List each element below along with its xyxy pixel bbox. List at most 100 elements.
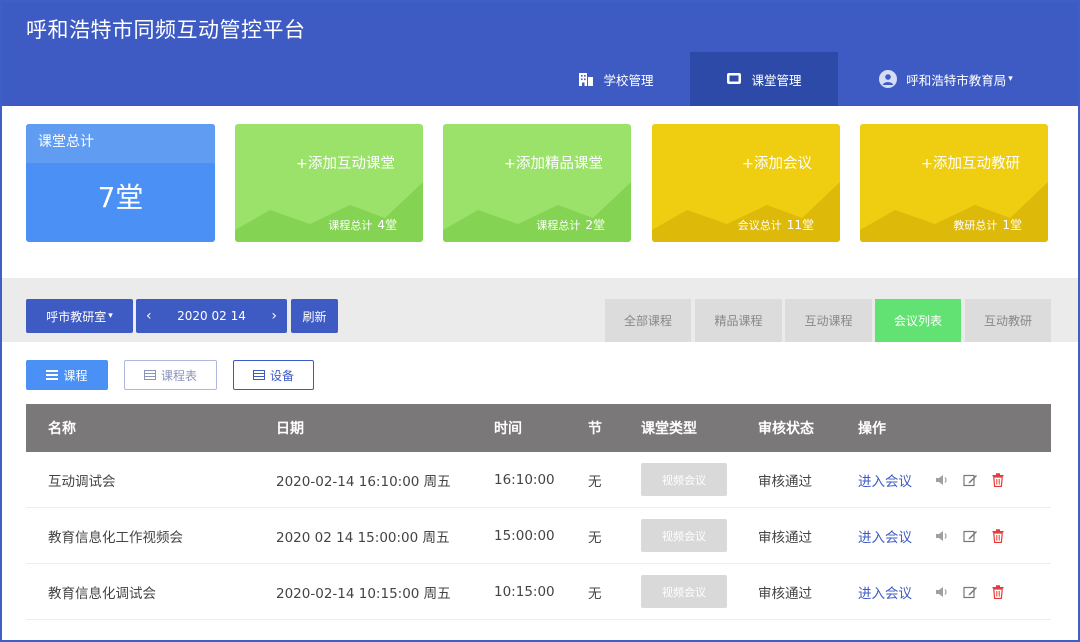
row-date: 2020-02-14 16:10:00 周五 bbox=[276, 473, 451, 490]
tab-interactive-courses[interactable]: 互动课程 bbox=[785, 299, 872, 342]
card-summary: 课程总计 2堂 bbox=[536, 216, 605, 233]
add-interactive-research-card[interactable]: +添加互动教研 教研总计 1堂 bbox=[860, 124, 1048, 242]
delete-icon[interactable] bbox=[992, 584, 1004, 599]
add-meeting-label: +添加会议 bbox=[741, 156, 812, 172]
meeting-table: 名称 日期 时间 节 课堂类型 审核状态 操作 互动调试会 2020-02-14… bbox=[26, 404, 1051, 620]
room-select-label: 呼市教研室 bbox=[46, 309, 107, 324]
tab-all-courses[interactable]: 全部课程 bbox=[605, 299, 691, 342]
row-time: 10:15:00 bbox=[494, 583, 555, 600]
row-actions: 进入会议 bbox=[858, 564, 1018, 619]
row-type-cell: 视频会议 bbox=[641, 508, 727, 563]
tab-meeting-list[interactable]: 会议列表 bbox=[875, 299, 961, 342]
nav-school-management[interactable]: 学校管理 bbox=[542, 52, 690, 106]
table-row: 互动调试会 2020-02-14 16:10:00 周五 16:10:00 无 … bbox=[26, 452, 1051, 508]
list-icon bbox=[46, 370, 59, 380]
row-status: 审核通过 bbox=[758, 473, 812, 490]
column-header-section: 节 bbox=[588, 421, 602, 437]
nav-school-label: 学校管理 bbox=[603, 72, 654, 88]
summary-label: 课程总计 bbox=[536, 219, 581, 232]
class-type-badge: 视频会议 bbox=[641, 519, 727, 552]
enter-meeting-link[interactable]: 进入会议 bbox=[858, 526, 912, 546]
speaker-icon[interactable] bbox=[935, 474, 949, 486]
tab-quality-courses[interactable]: 精品课程 bbox=[695, 299, 782, 342]
summary-label: 会议总计 bbox=[737, 219, 782, 232]
row-time: 15:00:00 bbox=[494, 527, 555, 544]
speaker-icon[interactable] bbox=[935, 530, 949, 542]
summary-value: 11堂 bbox=[786, 218, 814, 232]
row-time: 16:10:00 bbox=[494, 471, 555, 488]
delete-icon[interactable] bbox=[992, 528, 1004, 543]
total-classes-card: 课堂总计 7堂 bbox=[26, 124, 215, 242]
row-status: 审核通过 bbox=[758, 585, 812, 602]
row-actions: 进入会议 bbox=[858, 508, 1018, 563]
nav-user-label: 呼和浩特市教育局 bbox=[906, 72, 1007, 88]
column-header-time: 时间 bbox=[494, 421, 522, 437]
row-date: 2020-02-14 10:15:00 周五 bbox=[276, 585, 451, 602]
view-schedule-label: 课程表 bbox=[160, 368, 197, 383]
card-summary: 课程总计 4堂 bbox=[328, 216, 397, 233]
edit-icon[interactable] bbox=[963, 529, 978, 543]
summary-value: 1堂 bbox=[1002, 218, 1022, 232]
add-meeting-card[interactable]: +添加会议 会议总计 11堂 bbox=[652, 124, 840, 242]
app-title: 呼和浩特市同频互动管控平台 bbox=[26, 18, 306, 42]
summary-label: 教研总计 bbox=[953, 219, 998, 232]
table-row: 教育信息化工作视频会 2020 02 14 15:00:00 周五 15:00:… bbox=[26, 508, 1051, 564]
row-section: 无 bbox=[588, 529, 602, 546]
total-card-title: 课堂总计 bbox=[26, 124, 215, 163]
table-row: 教育信息化调试会 2020-02-14 10:15:00 周五 10:15:00… bbox=[26, 564, 1051, 620]
card-summary: 会议总计 11堂 bbox=[738, 216, 814, 233]
row-name: 教育信息化工作视频会 bbox=[48, 529, 183, 546]
app-frame: 呼和浩特市同频互动管控平台 学校管理 课堂管理 呼和浩特市教育局 ▾ 课堂总计 … bbox=[0, 0, 1080, 642]
date-navigator: ‹ 2020 02 14 › bbox=[136, 299, 287, 333]
row-section: 无 bbox=[588, 585, 602, 602]
add-interactive-class-card[interactable]: +添加互动课堂 课程总计 4堂 bbox=[235, 124, 423, 242]
edit-icon[interactable] bbox=[963, 585, 978, 599]
table-header: 名称 日期 时间 节 课堂类型 审核状态 操作 bbox=[26, 404, 1051, 452]
nav-class-management[interactable]: 课堂管理 bbox=[690, 52, 838, 106]
add-quality-class-label: +添加精品课堂 bbox=[503, 156, 603, 172]
caret-down-icon: ▾ bbox=[108, 311, 113, 321]
view-schedule-button[interactable]: 课程表 bbox=[124, 360, 217, 390]
enter-meeting-link[interactable]: 进入会议 bbox=[858, 470, 912, 490]
view-courses-button[interactable]: 课程 bbox=[26, 360, 108, 390]
row-actions: 进入会议 bbox=[858, 452, 1018, 507]
speaker-icon[interactable] bbox=[935, 586, 949, 598]
building-icon bbox=[578, 71, 594, 87]
refresh-button[interactable]: 刷新 bbox=[291, 299, 338, 333]
row-status: 审核通过 bbox=[758, 529, 812, 546]
column-header-type: 课堂类型 bbox=[641, 421, 697, 437]
enter-meeting-link[interactable]: 进入会议 bbox=[858, 582, 912, 602]
add-interactive-research-label: +添加互动教研 bbox=[920, 156, 1020, 172]
column-header-date: 日期 bbox=[276, 421, 304, 437]
user-avatar-icon bbox=[879, 70, 898, 88]
prev-date-button[interactable]: ‹ bbox=[146, 308, 152, 324]
top-header: 呼和浩特市同频互动管控平台 学校管理 课堂管理 呼和浩特市教育局 ▾ bbox=[2, 2, 1078, 106]
row-type-cell: 视频会议 bbox=[641, 564, 727, 619]
column-header-actions: 操作 bbox=[858, 421, 886, 437]
add-interactive-class-label: +添加互动课堂 bbox=[295, 156, 395, 172]
summary-value: 2堂 bbox=[585, 218, 605, 232]
edit-icon[interactable] bbox=[963, 473, 978, 487]
stats-area: 课堂总计 7堂 +添加互动课堂 课程总计 4堂 +添加精品课堂 课程总计 2堂 +添… bbox=[2, 106, 1078, 278]
column-header-name: 名称 bbox=[48, 421, 76, 437]
next-date-button[interactable]: › bbox=[271, 308, 277, 324]
nav-class-label: 课堂管理 bbox=[751, 72, 802, 88]
column-header-status: 审核状态 bbox=[758, 421, 814, 437]
nav-user-menu[interactable]: 呼和浩特市教育局 ▾ bbox=[838, 52, 1054, 106]
add-quality-class-card[interactable]: +添加精品课堂 课程总计 2堂 bbox=[443, 124, 631, 242]
current-date: 2020 02 14 bbox=[177, 309, 246, 323]
view-devices-label: 设备 bbox=[269, 368, 294, 383]
summary-value: 4堂 bbox=[377, 218, 397, 232]
row-type-cell: 视频会议 bbox=[641, 452, 727, 507]
filter-toolbar: 呼市教研室 ▾ ‹ 2020 02 14 › 刷新 全部课程 精品课程 互动课程… bbox=[2, 278, 1078, 342]
tab-interactive-research[interactable]: 互动教研 bbox=[965, 299, 1051, 342]
room-select-button[interactable]: 呼市教研室 ▾ bbox=[26, 299, 133, 333]
monitor-icon bbox=[726, 71, 742, 87]
class-type-badge: 视频会议 bbox=[641, 575, 727, 608]
device-icon bbox=[252, 370, 265, 380]
delete-icon[interactable] bbox=[992, 472, 1004, 487]
caret-down-icon: ▾ bbox=[1008, 74, 1013, 84]
view-devices-button[interactable]: 设备 bbox=[233, 360, 314, 390]
card-summary: 教研总计 1堂 bbox=[953, 216, 1022, 233]
total-card-value: 7堂 bbox=[97, 181, 144, 214]
